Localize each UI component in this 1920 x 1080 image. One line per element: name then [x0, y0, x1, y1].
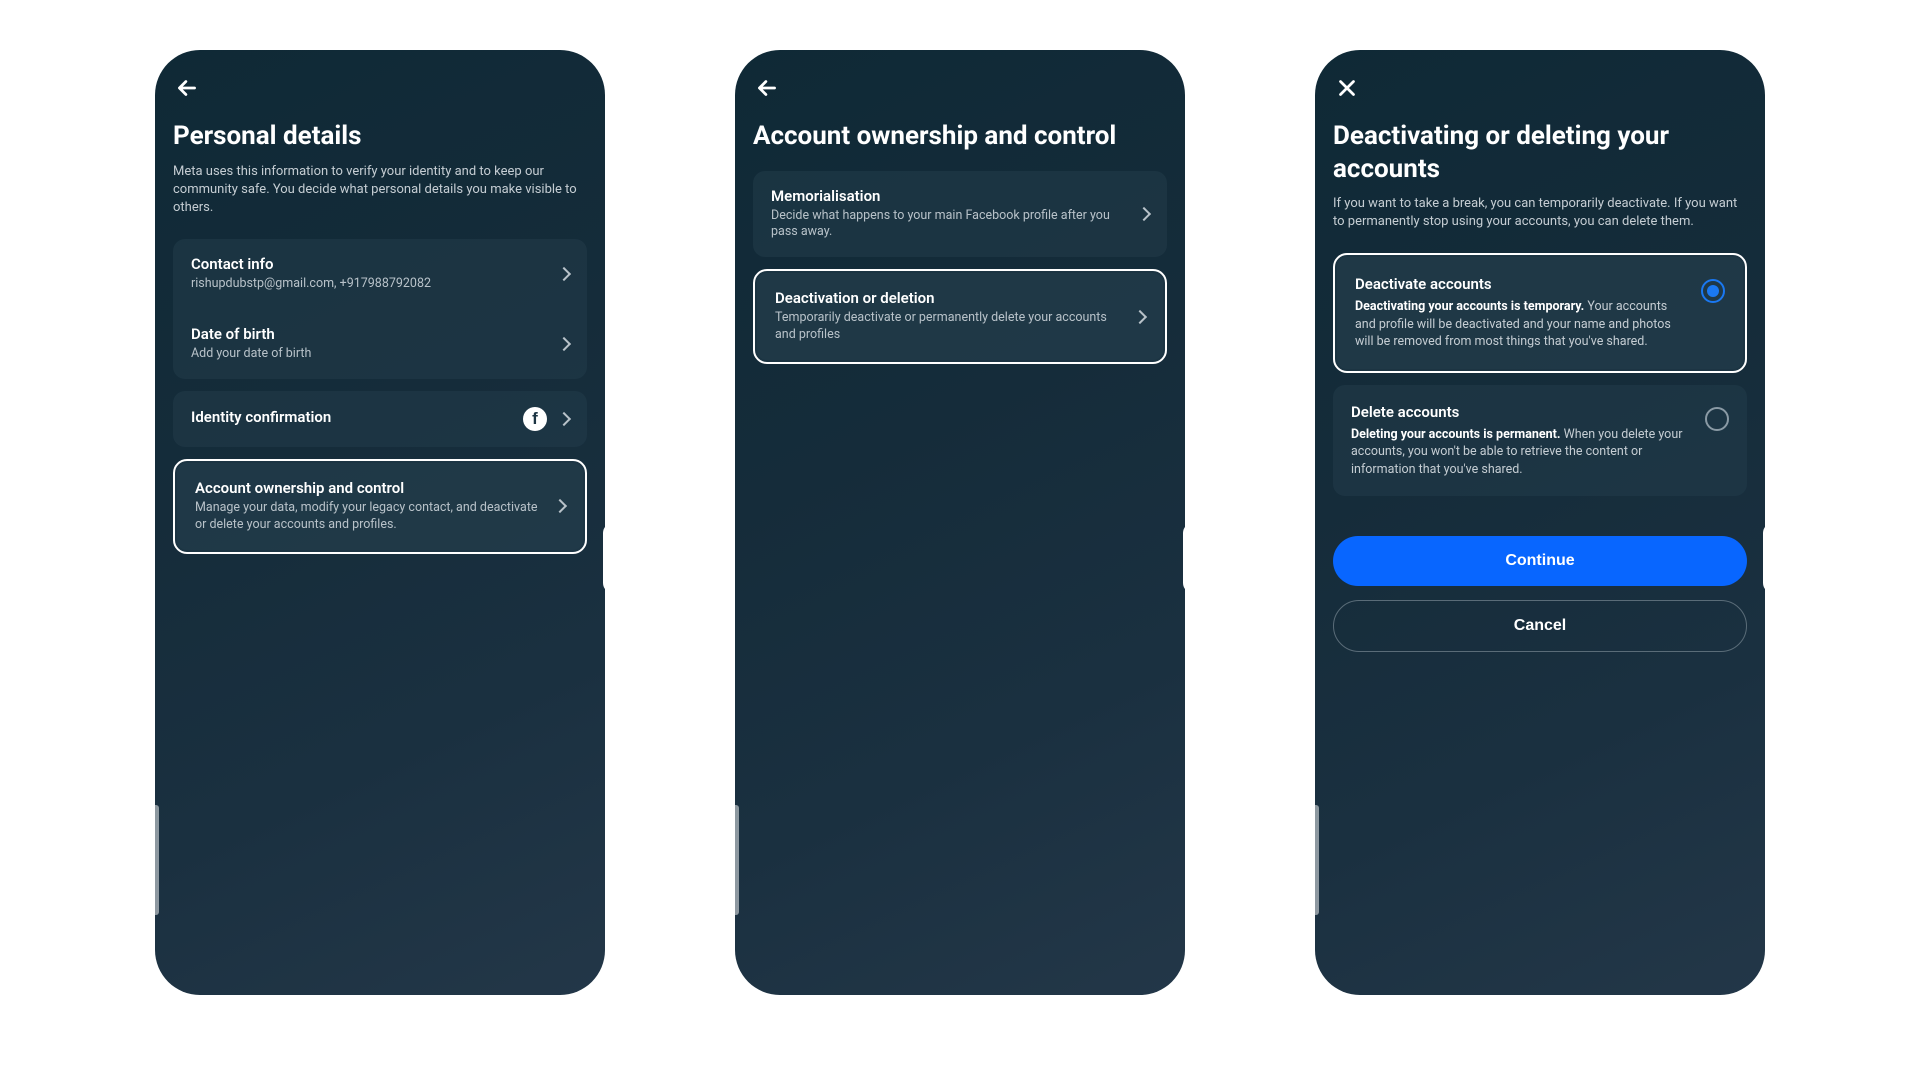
row-title: Account ownership and control	[195, 479, 545, 497]
chevron-right-icon	[557, 267, 571, 281]
page-title: Personal details	[173, 120, 587, 153]
row-subtitle: Decide what happens to your main Faceboo…	[771, 208, 1129, 242]
screen-ownership-control: Account ownership and control Memorialis…	[735, 50, 1185, 995]
option-delete-card: Delete accounts Deleting your accounts i…	[1333, 385, 1747, 497]
radio-unselected-icon	[1705, 407, 1729, 431]
row-subtitle: Manage your data, modify your legacy con…	[195, 500, 545, 534]
screen-deactivate-delete: Deactivating or deleting your accounts I…	[1315, 50, 1765, 995]
option-deactivate-highlighted: Deactivate accounts Deactivating your ac…	[1333, 253, 1747, 373]
screen-personal-details: Personal details Meta uses this informat…	[155, 50, 605, 995]
page-subtitle: If you want to take a break, you can tem…	[1333, 195, 1747, 231]
row-title: Identity confirmation	[191, 408, 513, 426]
continue-button[interactable]: Continue	[1333, 536, 1747, 586]
row-title: Contact info	[191, 255, 549, 273]
row-deactivation-deletion[interactable]: Deactivation or deletion Temporarily dea…	[757, 273, 1163, 360]
page-subtitle: Meta uses this information to verify you…	[173, 163, 587, 218]
page-title: Deactivating or deleting your accounts	[1333, 120, 1747, 185]
option-title: Delete accounts	[1351, 403, 1685, 421]
close-button[interactable]	[1333, 74, 1361, 102]
option-description: Deactivating your accounts is temporary.…	[1355, 298, 1681, 351]
chevron-right-icon	[557, 337, 571, 351]
card-memorialisation: Memorialisation Decide what happens to y…	[753, 171, 1167, 258]
radio-selected-icon	[1701, 279, 1725, 303]
chevron-right-icon	[553, 499, 567, 513]
edge-curve	[1763, 523, 1765, 593]
card-deactivation-highlighted: Deactivation or deletion Temporarily dea…	[753, 269, 1167, 364]
card-identity: Identity confirmation f	[173, 391, 587, 447]
option-delete[interactable]: Delete accounts Deleting your accounts i…	[1333, 385, 1747, 497]
row-account-ownership[interactable]: Account ownership and control Manage you…	[177, 463, 583, 550]
row-subtitle: Temporarily deactivate or permanently de…	[775, 310, 1125, 344]
arrow-left-icon	[174, 75, 200, 101]
row-subtitle: rishupdubstp@gmail.com, +917988792082	[191, 276, 549, 293]
row-memorialisation[interactable]: Memorialisation Decide what happens to y…	[753, 171, 1167, 258]
option-title: Deactivate accounts	[1355, 275, 1681, 293]
row-title: Memorialisation	[771, 187, 1129, 205]
edge-curve	[603, 523, 605, 593]
facebook-icon: f	[523, 407, 547, 431]
chevron-right-icon	[1133, 310, 1147, 324]
gesture-indicator	[1315, 805, 1319, 915]
chevron-right-icon	[1137, 207, 1151, 221]
row-contact-info[interactable]: Contact info rishupdubstp@gmail.com, +91…	[173, 239, 587, 309]
card-ownership-highlighted: Account ownership and control Manage you…	[173, 459, 587, 554]
page-title: Account ownership and control	[753, 120, 1167, 153]
close-icon	[1334, 75, 1360, 101]
row-title: Date of birth	[191, 325, 549, 343]
row-subtitle: Add your date of birth	[191, 346, 549, 363]
card-contact-dob: Contact info rishupdubstp@gmail.com, +91…	[173, 239, 587, 379]
option-deactivate[interactable]: Deactivate accounts Deactivating your ac…	[1337, 257, 1743, 369]
row-identity-confirmation[interactable]: Identity confirmation f	[173, 391, 587, 447]
back-button[interactable]	[753, 74, 781, 102]
row-date-of-birth[interactable]: Date of birth Add your date of birth	[173, 309, 587, 379]
arrow-left-icon	[754, 75, 780, 101]
edge-curve	[1183, 523, 1185, 593]
option-description: Deleting your accounts is permanent. Whe…	[1351, 426, 1685, 479]
gesture-indicator	[735, 805, 739, 915]
gesture-indicator	[155, 805, 159, 915]
back-button[interactable]	[173, 74, 201, 102]
row-title: Deactivation or deletion	[775, 289, 1125, 307]
cancel-button[interactable]: Cancel	[1333, 600, 1747, 652]
chevron-right-icon	[557, 412, 571, 426]
